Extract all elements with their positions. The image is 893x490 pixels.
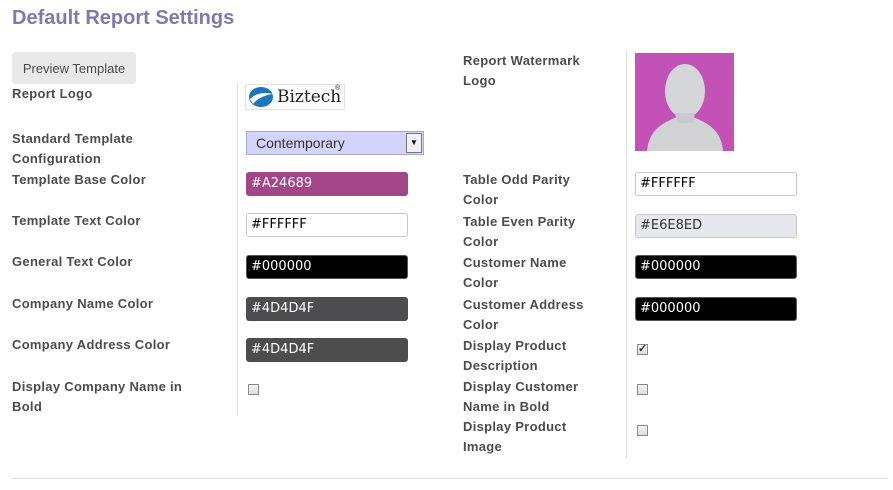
- customer-address-color-field[interactable]: #000000: [635, 297, 797, 321]
- text-color-field[interactable]: #FFFFFF: [246, 213, 408, 237]
- company-name-color-field[interactable]: #4D4D4F: [246, 297, 408, 321]
- checkmark-icon: ✓: [638, 343, 648, 355]
- watermark-label: Report Watermark Logo: [463, 53, 581, 88]
- company-address-color-field[interactable]: #4D4D4F: [246, 338, 408, 362]
- base-color-field[interactable]: #A24689: [246, 172, 408, 196]
- odd-parity-label: Table Odd Parity Color: [463, 172, 571, 207]
- even-parity-field[interactable]: #E6E8ED: [635, 214, 797, 238]
- template-select-value: Contemporary: [256, 135, 345, 151]
- customer-address-color-label: Customer Address Color: [463, 297, 584, 332]
- base-color-label: Template Base Color: [12, 172, 147, 187]
- product-image-checkbox[interactable]: [637, 425, 648, 436]
- dropdown-arrow-icon[interactable]: ▼: [406, 133, 422, 153]
- logo-text: Biztech: [277, 87, 342, 107]
- customer-bold-checkbox[interactable]: [637, 384, 648, 395]
- bottom-divider: [12, 478, 888, 479]
- product-image-label: Display Product Image: [463, 419, 567, 454]
- report-logo-label: Report Logo: [12, 86, 93, 101]
- report-logo-image[interactable]: Biztech ®: [245, 84, 345, 110]
- page-title: Default Report Settings: [12, 7, 235, 29]
- text-color-label: Template Text Color: [12, 213, 141, 228]
- company-name-color-label: Company Name Color: [12, 296, 154, 311]
- biztech-swirl-icon: [249, 87, 273, 107]
- product-description-checkbox[interactable]: ✓: [637, 343, 648, 355]
- customer-name-color-field[interactable]: #000000: [635, 255, 797, 279]
- customer-bold-label: Display Customer Name in Bold: [463, 379, 579, 414]
- template-config-label: Standard Template Configuration: [12, 131, 134, 166]
- watermark-logo-image[interactable]: [635, 53, 734, 151]
- logo-registered-mark: ®: [335, 85, 341, 92]
- odd-parity-field[interactable]: #FFFFFF: [635, 172, 797, 196]
- column-divider-left: [237, 82, 238, 416]
- customer-name-color-label: Customer Name Color: [463, 255, 567, 290]
- even-parity-label: Table Even Parity Color: [463, 214, 576, 249]
- general-text-field[interactable]: #000000: [246, 255, 408, 279]
- bold-company-label: Display Company Name in Bold: [12, 379, 183, 414]
- company-address-color-label: Company Address Color: [12, 337, 171, 352]
- template-select[interactable]: Contemporary ▼: [246, 131, 424, 155]
- product-description-label: Display Product Description: [463, 338, 567, 373]
- general-text-label: General Text Color: [12, 254, 133, 269]
- preview-template-button[interactable]: Preview Template: [12, 52, 136, 84]
- user-avatar-icon: [647, 64, 723, 151]
- bold-company-checkbox[interactable]: [248, 384, 259, 395]
- column-divider-right: [626, 50, 627, 458]
